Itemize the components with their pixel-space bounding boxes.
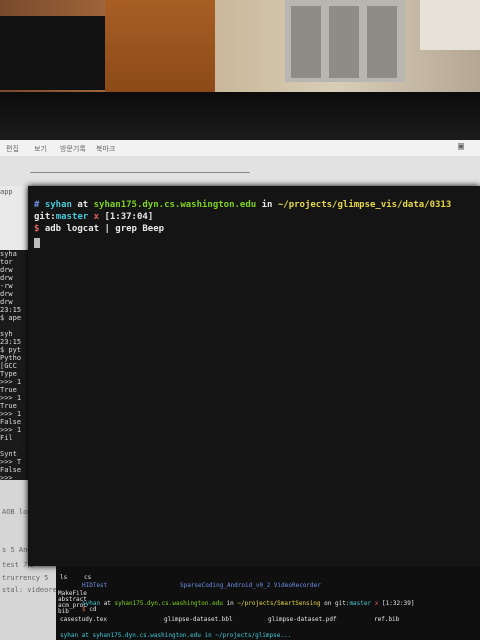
side-label: bib — [58, 608, 69, 615]
wooden-door — [105, 0, 215, 92]
terminal-cursor — [34, 238, 40, 248]
bottom-git-dirty: x — [374, 600, 379, 607]
command-symbol: $ — [34, 224, 40, 234]
file-entry: glimpse-dataset.pdf — [268, 616, 337, 623]
bottom-prompt-at: at — [103, 600, 111, 607]
menu-item-bookmarks[interactable]: 북마크 — [96, 144, 115, 154]
file-entry: casestudy.tex — [60, 616, 107, 623]
bottom-terminal-window[interactable]: ls cs HIDTest SparseCoding_Android_v0_2 … — [56, 566, 480, 640]
file-folders: SparseCoding_Android_v0_2 VideoRecorder — [180, 582, 321, 589]
git-line: git:master x [1:37:04] — [34, 212, 153, 222]
bookmark-label[interactable]: app — [0, 188, 28, 196]
browser-tabstrip — [0, 156, 480, 186]
bottom-prompt-host: syhan175.dyn.cs.washington.edu — [114, 600, 223, 607]
last-prompt-line: syhan at syhan175.dyn.cs.washington.edu … — [60, 632, 292, 639]
prompt-host: syhan175.dyn.cs.washington.edu — [93, 200, 257, 210]
bottom-git-label: git: — [334, 600, 350, 607]
prompt-in: in — [261, 200, 273, 210]
command-text: adb logcat | grep Beep — [44, 224, 165, 234]
ls-col: cs — [84, 574, 92, 581]
shelf — [420, 0, 480, 50]
bottom-command-symbol: $ — [82, 606, 86, 613]
bottom-prompt-line: syhan at syhan175.dyn.cs.washington.edu … — [82, 600, 415, 607]
prompt-user: syhan — [44, 200, 72, 210]
git-dirty-mark: x — [93, 212, 100, 222]
main-terminal-window[interactable]: # syhan at syhan175.dyn.cs.washington.ed… — [28, 186, 480, 566]
prompt-path: ~/projects/glimpse_vis/data/0313 — [277, 200, 452, 210]
cabinet-drawer — [329, 6, 359, 78]
bottom-prompt-path: ~/projects/SmartSensing — [237, 600, 321, 607]
bottom-command: cd — [89, 606, 97, 613]
command-line[interactable]: $ adb logcat | grep Beep — [34, 224, 164, 234]
filing-cabinet — [285, 0, 405, 82]
file-entry: glimpse-dataset.bbl — [164, 616, 233, 623]
bottom-git-branch: master — [349, 600, 372, 607]
bottom-prompt-on: on — [324, 600, 332, 607]
prompt-time: [1:37:04] — [104, 212, 154, 222]
monitor-bezel — [0, 92, 480, 140]
menu-item-view[interactable]: 보기 — [34, 144, 47, 154]
prompt-line: # syhan at syhan175.dyn.cs.washington.ed… — [34, 200, 452, 210]
bottom-command-line: $ cd — [82, 606, 96, 613]
ls-command: ls — [60, 574, 68, 581]
bottom-prompt-in: in — [226, 600, 234, 607]
cabinet-drawer — [367, 6, 397, 78]
menu-item-edit[interactable]: 편집 — [6, 144, 19, 154]
file-hidtest: HIDTest — [82, 582, 108, 589]
menu-item-history[interactable]: 방문기록 — [60, 144, 86, 154]
file-entry: ref.bib — [374, 616, 400, 623]
bottom-prompt-time: [1:32:39] — [382, 600, 415, 607]
git-branch: master — [55, 212, 89, 222]
window-icon[interactable]: ▣ — [458, 141, 464, 152]
git-label: git: — [34, 212, 56, 222]
prompt-at: at — [77, 200, 89, 210]
cabinet-drawer — [291, 6, 321, 78]
tab-underline — [30, 172, 250, 173]
browser-menubar: 편집 보기 방문기록 북마크 ▣ — [0, 140, 480, 156]
background-monitor — [0, 16, 110, 90]
sidebar-item[interactable]: trurrency 5 — [2, 574, 48, 582]
